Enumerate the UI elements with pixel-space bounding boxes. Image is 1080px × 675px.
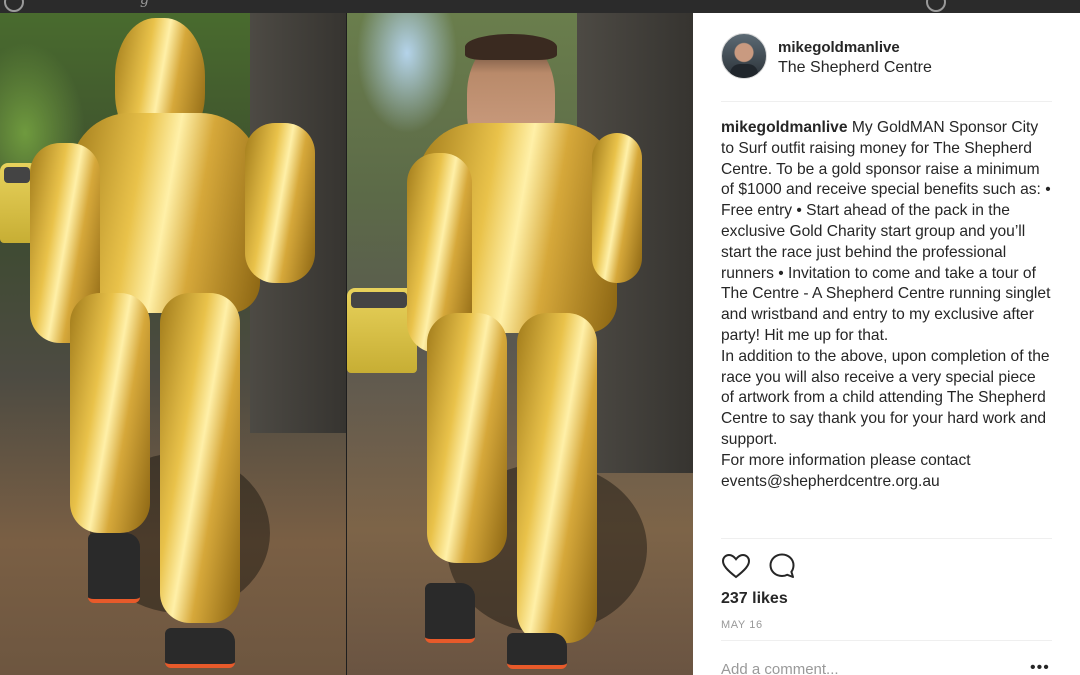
logo-fragment-icon: g xyxy=(140,0,149,8)
divider xyxy=(721,640,1052,641)
post-header: mikegoldmanlive The Shepherd Centre xyxy=(721,33,1052,83)
add-comment-input[interactable]: Add a comment... xyxy=(721,661,839,675)
caption-paragraph-3: For more information please contact even… xyxy=(721,451,971,490)
sneaker-right xyxy=(165,628,235,668)
sneaker-left xyxy=(425,583,475,643)
header-username[interactable]: mikegoldmanlive xyxy=(778,39,900,56)
speech-bubble-icon[interactable] xyxy=(767,551,797,581)
sneaker-right xyxy=(507,633,567,669)
post-image[interactable] xyxy=(0,13,693,675)
ellipsis-icon[interactable]: ••• xyxy=(1030,659,1050,675)
caption-paragraph-1: mikegoldmanlive My GoldMAN Sponsor City … xyxy=(721,118,1052,347)
post-caption: mikegoldmanlive My GoldMAN Sponsor City … xyxy=(721,118,1052,492)
divider xyxy=(721,101,1052,102)
caption-username[interactable]: mikegoldmanlive xyxy=(721,119,848,136)
caption-text-1: My GoldMAN Sponsor City to Surf outfit r… xyxy=(721,119,1051,344)
photo-left-panel xyxy=(0,13,346,675)
sneaker-left xyxy=(88,533,140,603)
likes-count[interactable]: 237 likes xyxy=(721,590,788,608)
photo-right-panel xyxy=(347,13,693,675)
browser-top-strip: g xyxy=(0,0,1080,13)
divider xyxy=(721,538,1052,539)
caption-paragraph-2: In addition to the above, upon completio… xyxy=(721,347,1050,448)
avatar[interactable] xyxy=(721,33,767,79)
heart-icon[interactable] xyxy=(721,551,751,581)
post-date[interactable]: MAY 16 xyxy=(721,619,763,631)
toolbar-circle-icon xyxy=(4,0,24,12)
profile-circle-icon xyxy=(926,0,946,12)
action-bar xyxy=(721,551,841,581)
header-location[interactable]: The Shepherd Centre xyxy=(778,59,932,77)
post-sidebar: mikegoldmanlive The Shepherd Centre mike… xyxy=(693,13,1080,675)
